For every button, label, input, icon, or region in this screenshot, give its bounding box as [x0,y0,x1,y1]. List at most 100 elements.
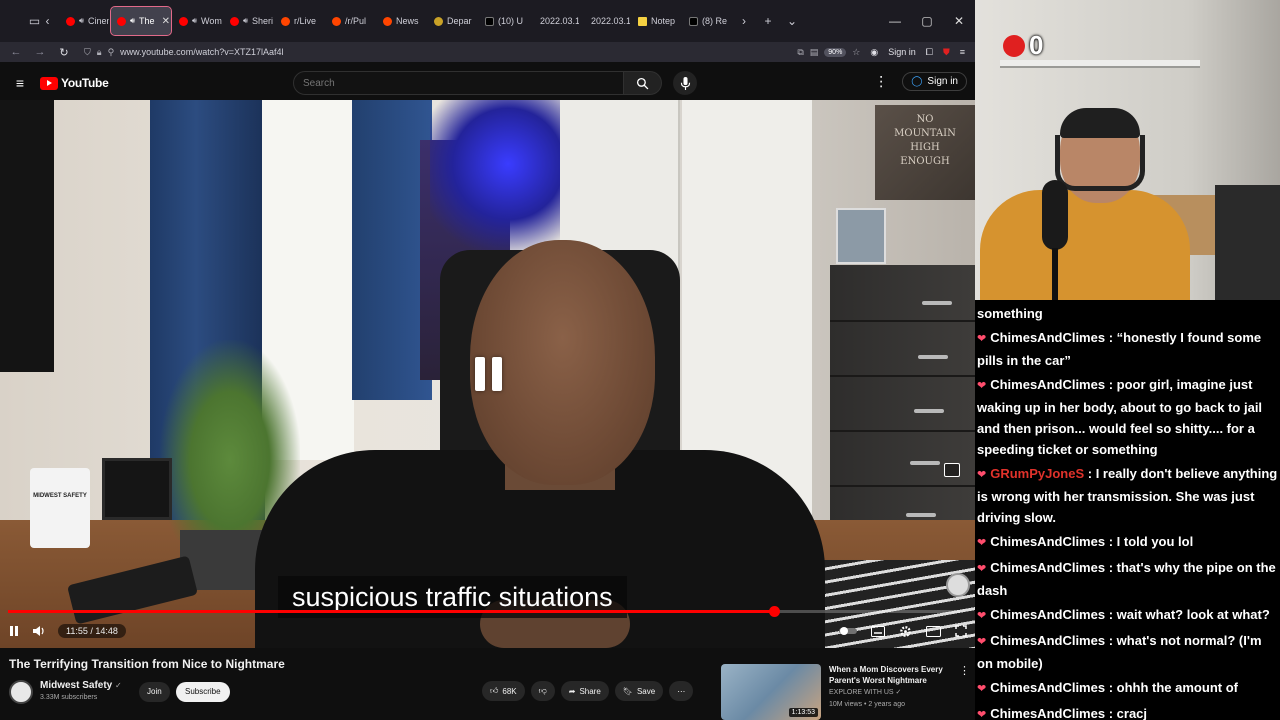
chat-message: ❤ ChimesAndClimes : ohhh the amount of [977,677,1278,700]
account-icon[interactable]: ◉ [870,47,878,58]
youtube-favicon-icon [230,16,239,26]
join-button[interactable]: Join [139,682,170,702]
browser-tab[interactable]: Depar [428,7,477,35]
more-actions-button[interactable]: ⋯ [669,681,694,701]
fullscreen-button[interactable] [955,625,967,637]
ublock-icon[interactable]: ⛊ [943,47,950,58]
url-text[interactable]: www.youtube.com/watch?v=XTZ17lAaf4l [120,47,791,57]
settings-more-icon[interactable]: ⋮ [874,73,888,90]
close-window-icon[interactable]: ✕ [943,0,975,42]
browser-tab[interactable]: (10) U [479,7,528,35]
scene-wall-sign: NO MOUNTAIN HIGH ENOUGH [875,105,975,200]
voice-search-button[interactable] [673,71,697,95]
bookmark-star-icon[interactable]: ☆ [852,47,860,58]
recommended-thumbnail[interactable]: 1:13:53 [721,664,821,720]
like-button[interactable]: 👍︎ 68K [482,681,525,701]
browser-tab[interactable]: 🔊︎ The ✕ [110,6,172,36]
browser-signin-label[interactable]: Sign in [888,47,916,57]
share-button[interactable]: ➦ Share [560,681,609,701]
subscribe-button[interactable]: Subscribe [176,682,230,702]
recommended-title[interactable]: When a Mom Discovers Every Parent's Wors… [829,664,955,686]
reload-icon[interactable]: ↻ [54,46,74,59]
recommended-more-icon[interactable]: ⋮ [959,664,970,677]
autoplay-toggle[interactable] [839,626,857,636]
browser-tab[interactable]: r/Live [275,7,324,35]
subtitles-icon [871,625,885,637]
chat-message: ❤ ChimesAndClimes : poor girl, imagine ju… [977,374,1278,460]
chat-message: ❤ ChimesAndClimes : that's why the pipe o… [977,557,1278,601]
back-icon[interactable]: ← [6,46,26,58]
video-player[interactable]: NO MOUNTAIN HIGH ENOUGH MIDWEST SAFETY s… [0,100,975,648]
browser-tab[interactable]: (8) Re [683,7,732,35]
settings-button[interactable] [899,625,912,638]
progress-bar[interactable] [8,606,960,617]
channel-name[interactable]: Midwest Safety ✓ [40,680,122,691]
chat-separator: : [1105,560,1117,575]
miniplayer-icon[interactable] [944,463,960,477]
tracking-shield-icon[interactable]: ⛉ [84,47,91,58]
tab-label: Depar [447,16,472,26]
subtitles-button[interactable] [871,625,885,637]
video-info: The Terrifying Transition from Nice to N… [0,648,975,720]
guide-menu-icon[interactable]: ≡ [0,75,40,91]
viewer-counter: 0 [1003,30,1043,61]
audio-playing-icon[interactable]: 🔊︎ [192,16,197,26]
youtube-logo[interactable]: YouTube [40,76,109,90]
search-input[interactable] [293,71,624,95]
drawer-line [830,485,975,487]
reader-view-icon[interactable]: ▤ [810,47,819,58]
tab-list-icon[interactable]: ⌄ [780,9,804,33]
webcam-shelf [1000,60,1200,68]
browser-tab[interactable]: Notep [632,7,681,35]
browser-tab[interactable]: 🔊︎ Sherif [224,7,273,35]
recommended-channel-text: EXPLORE WITH US [829,689,894,696]
maximize-icon[interactable]: ▢ [911,0,943,42]
browser-tab[interactable]: 2022.03.1 [581,7,630,35]
search-box [293,71,662,95]
chat-username: GRumPyJoneS [990,466,1085,481]
theater-mode-button[interactable] [926,625,941,637]
tab-label: Wom [201,16,222,26]
browser-tab[interactable]: /r/Pul [326,7,375,35]
audio-playing-icon[interactable]: 🔊︎ [130,16,135,26]
tab-scroll-right-icon[interactable]: › [732,9,756,33]
save-button[interactable]: 🔖︎ Save [614,681,664,701]
close-tab-icon[interactable]: ✕ [162,16,170,27]
chat-separator: : [1105,607,1117,622]
channel-avatar[interactable] [9,680,33,704]
x-favicon-icon [689,16,698,26]
lock-icon[interactable]: 🔒︎ [97,47,102,58]
extensions-icon[interactable]: ⧠ [926,47,933,58]
user-circle-icon: ◯ [911,76,923,87]
tab-overview-icon[interactable]: ▭ [28,9,41,33]
youtube-signin-button[interactable]: ◯ Sign in [902,72,967,91]
browser-tab[interactable]: 🔊︎ Cinem [60,7,109,35]
video-title: The Terrifying Transition from Nice to N… [9,657,285,671]
browser-tab[interactable]: 2022.03.1 [530,7,579,35]
channel-name-text[interactable]: Midwest Safety [40,680,112,691]
pip-toggle-icon[interactable]: ⧉ [797,47,803,58]
tab-label: Sherif [252,16,273,26]
minimize-icon[interactable]: — [879,0,911,42]
volume-button[interactable] [32,625,46,637]
tab-scroll-left-icon[interactable]: ‹ [41,9,54,33]
new-tab-icon[interactable]: + [756,9,780,33]
audio-playing-icon[interactable]: 🔊︎ [79,16,84,26]
forward-icon[interactable]: → [30,46,50,58]
browser-tab[interactable]: 🔊︎ Wom [173,7,222,35]
channel-watermark[interactable] [946,573,970,597]
audio-playing-icon[interactable]: 🔊︎ [243,16,248,26]
zoom-level[interactable]: 90% [824,47,847,57]
recommended-video[interactable]: 1:13:53 When a Mom Discovers Every Paren… [721,664,971,720]
dislike-button[interactable]: 👎︎ [530,681,555,701]
search-button[interactable] [624,71,662,95]
browser-tab[interactable]: News [377,7,426,35]
chat-username: ChimesAndClimes [990,706,1106,720]
heart-icon: ❤ [977,333,987,345]
chat-separator: : [1105,534,1117,549]
permissions-icon[interactable]: ⚲ [108,47,115,58]
pause-button[interactable] [8,625,20,637]
app-menu-icon[interactable]: ≡ [960,47,965,57]
viewer-count: 0 [1029,30,1044,60]
url-bar[interactable]: ⛉ 🔒︎ ⚲ www.youtube.com/watch?v=XTZ17lAaf… [78,43,866,61]
